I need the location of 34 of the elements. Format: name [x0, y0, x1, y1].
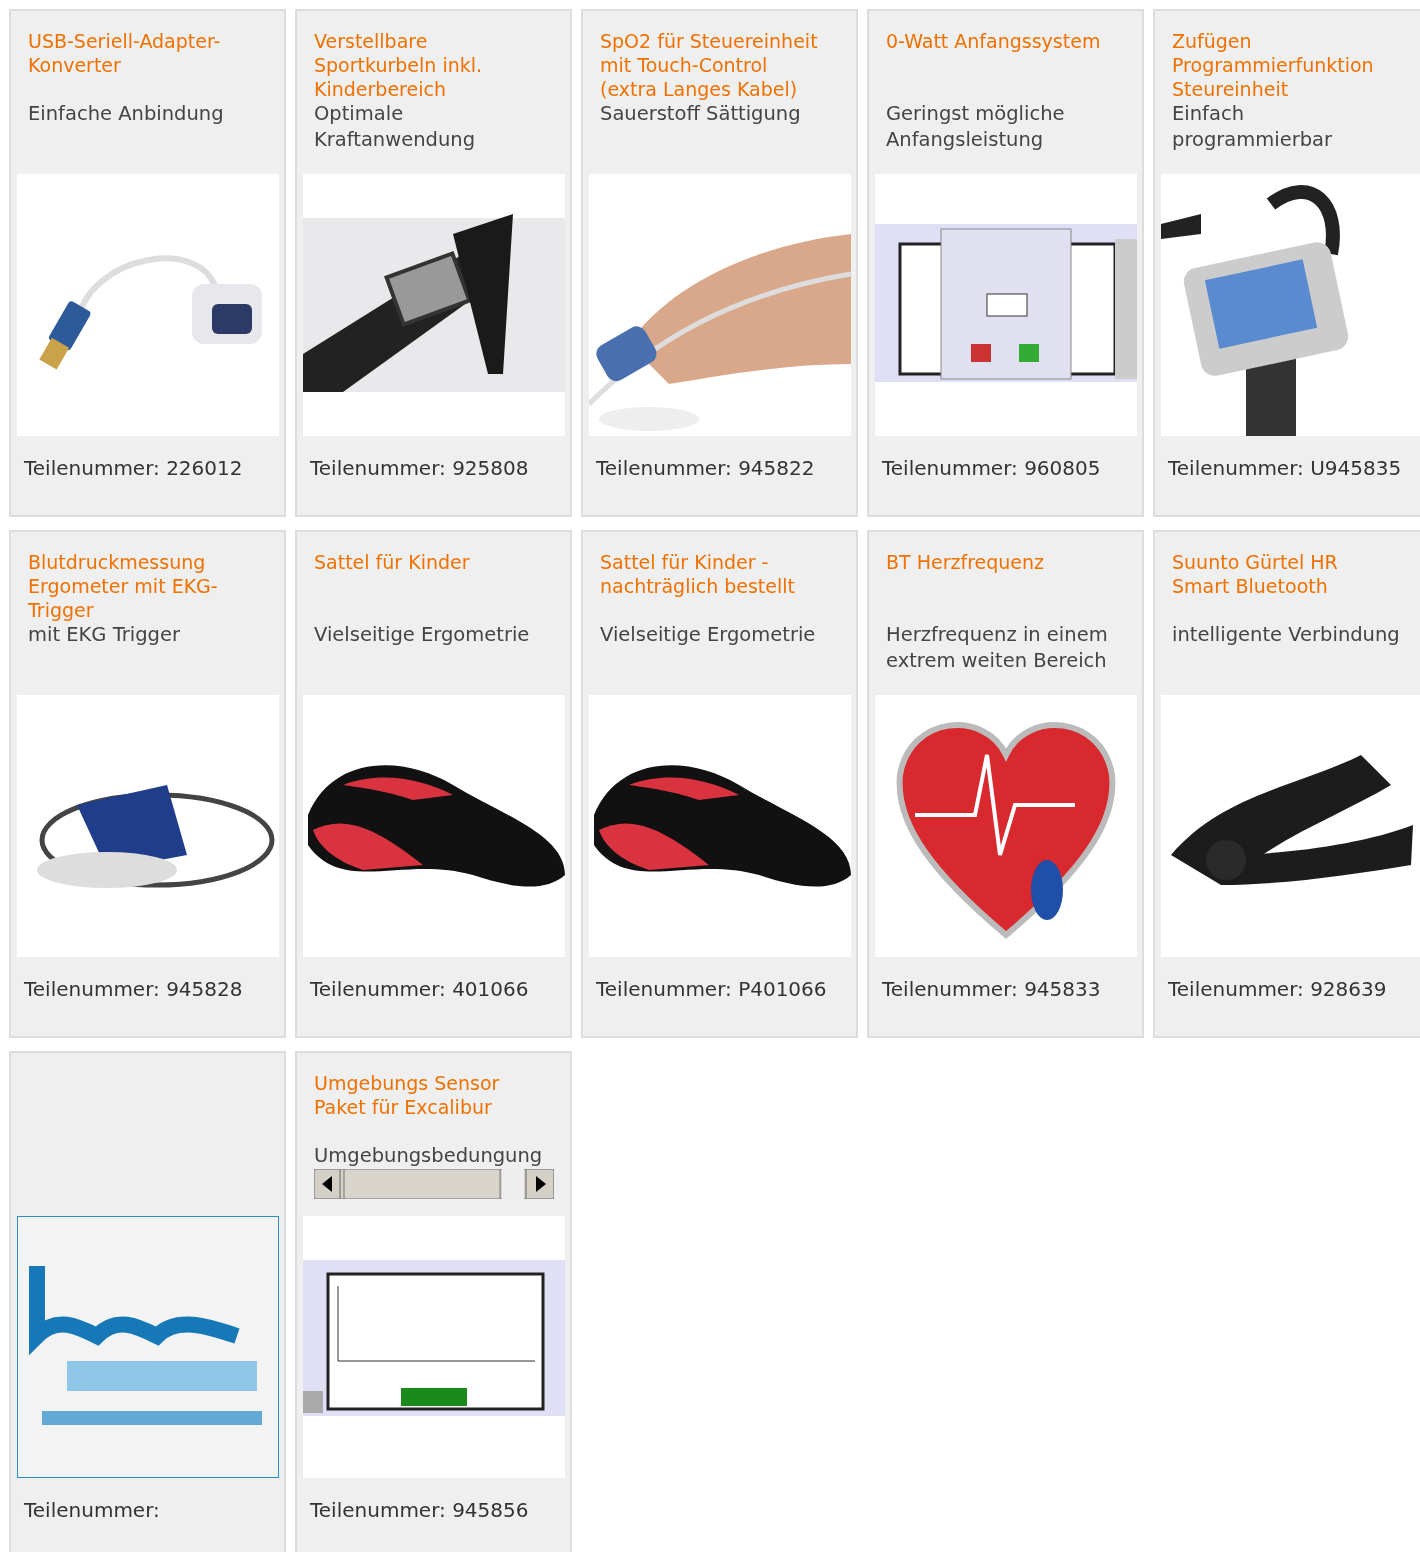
- part-number: Teilenummer: 928639: [1168, 977, 1388, 1001]
- product-card[interactable]: Umgebungs Sensor Paket für Excalibur Umgebungsbedungung Teilenummer: 945856: [295, 1051, 572, 1552]
- product-description: Einfach programmierbar: [1172, 101, 1333, 153]
- product-description: intelligente Verbindung: [1172, 622, 1401, 648]
- horizontal-scrollbar[interactable]: [314, 1169, 554, 1199]
- product-description: Einfache Anbindung: [28, 101, 225, 127]
- product-card[interactable]: Suunto Gürtel HR Smart Bluetooth intelligente Verbindung Teilenummer: 928639: [1153, 530, 1420, 1038]
- product-description: Vielseitige Ergometrie: [600, 622, 817, 648]
- part-number: Teilenummer: 960805: [882, 456, 1102, 480]
- part-number: Teilenummer: 945856: [310, 1498, 530, 1522]
- product-description: Sauerstoff Sättigung: [600, 101, 802, 127]
- part-number: Teilenummer: 925808: [310, 456, 530, 480]
- product-description: Geringst mögliche Anfangsleistung: [886, 101, 1066, 153]
- part-number: Teilenummer: P401066: [596, 977, 828, 1001]
- product-card[interactable]: Blutdruckmessung Ergometer mit EKG-Trigger mit EKG Trigger Teilenummer: 945828: [9, 530, 286, 1038]
- product-description: Umgebungsbedungung: [314, 1143, 544, 1169]
- product-card[interactable]: Zufügen Programmierfunktion Steureinheit Einfach programmierbar Teilenummer: U945835: [1153, 9, 1420, 517]
- part-number: Teilenummer: 401066: [310, 977, 530, 1001]
- product-description: mit EKG Trigger: [28, 622, 181, 648]
- part-number: Teilenummer: 945833: [882, 977, 1102, 1001]
- part-number: Teilenummer: 945822: [596, 456, 816, 480]
- product-card[interactable]: Sattel für Kinder Vielseitige Ergometrie Teilenummer: 401066: [295, 530, 572, 1038]
- part-number: Teilenummer: 945828: [24, 977, 244, 1001]
- product-description: Vielseitige Ergometrie: [314, 622, 531, 648]
- product-card[interactable]: BT Herzfrequenz Herzfrequenz in einem extrem weiten Bereich Teilenummer: 945833: [867, 530, 1144, 1038]
- product-card[interactable]: Verstellbare Sportkurbeln inkl. Kinderbereich Optimale Kraftanwendung Teilenummer: 925808: [295, 9, 572, 517]
- product-description: Herzfrequenz in einem extrem weiten Bereich: [886, 622, 1109, 674]
- product-card[interactable]: Teilenummer:: [9, 1051, 286, 1552]
- product-description: Optimale Kraftanwendung: [314, 101, 476, 153]
- product-card[interactable]: USB-Seriell-Adapter-Konverter Einfache Anbindung Teilenummer: 226012: [9, 9, 286, 517]
- part-number: Teilenummer: U945835: [1168, 456, 1403, 480]
- product-card[interactable]: Sattel für Kinder - nachträglich bestellt Vielseitige Ergometrie Teilenummer: P401066: [581, 530, 858, 1038]
- part-number: Teilenummer: 226012: [24, 456, 244, 480]
- part-number: Teilenummer:: [24, 1498, 161, 1522]
